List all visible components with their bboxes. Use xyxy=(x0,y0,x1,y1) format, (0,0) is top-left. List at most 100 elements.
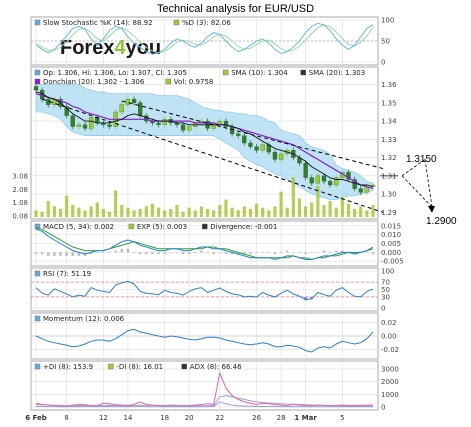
volume-bar xyxy=(120,205,124,217)
volume-bar xyxy=(353,209,357,217)
legend-entry: Op: 1.306, Hi: 1.306, Lo: 1.307, Cl: 1.3… xyxy=(43,69,187,77)
candle-body xyxy=(187,126,192,131)
legend-swatch xyxy=(128,223,135,230)
volume-bar xyxy=(193,210,197,217)
legend-swatch xyxy=(34,78,41,85)
divergence-bar xyxy=(279,252,283,253)
y-tick-label: 0.000 xyxy=(381,249,401,257)
volume-bar xyxy=(212,210,216,217)
volume-bar xyxy=(242,206,246,217)
volume-tick-label: 1.08 xyxy=(12,199,28,207)
candle-body xyxy=(272,151,278,160)
candle-body xyxy=(248,142,253,147)
legend-swatch xyxy=(34,69,41,76)
legend-entry: ADX (8): 66.46 xyxy=(190,363,242,371)
divergence-bar xyxy=(120,248,123,253)
legend-swatch xyxy=(173,19,180,26)
y-tick-label: 1.35 xyxy=(381,99,397,107)
divergence-bar xyxy=(304,252,307,255)
divergence-bar xyxy=(34,252,38,255)
candle-body xyxy=(156,122,161,125)
candle-body xyxy=(162,119,167,125)
volume-bar xyxy=(71,205,75,217)
y-tick-label: 50 xyxy=(381,38,390,46)
divergence-bar xyxy=(181,252,185,255)
divergence-bar xyxy=(102,252,105,253)
x-tick-label: 26 xyxy=(252,414,261,422)
volume-bar xyxy=(279,191,283,217)
legend-entry: SMA (10): 1.304 xyxy=(231,69,288,77)
candle-body xyxy=(125,99,131,105)
divergence-bar xyxy=(200,250,203,253)
volume-bar xyxy=(175,205,179,217)
divergence-bar xyxy=(298,252,301,253)
legend-entry: -DI (8): 16.01 xyxy=(116,363,163,371)
volume-bar xyxy=(156,207,161,217)
volume-bar xyxy=(199,206,204,217)
divergence-bar xyxy=(96,252,99,253)
x-tick-label: 20 xyxy=(185,414,194,422)
y-tick-label: 100 xyxy=(381,17,394,25)
volume-bar xyxy=(132,210,136,217)
candle-body xyxy=(76,124,82,127)
candle-body xyxy=(315,175,321,184)
x-tick-label: 18 xyxy=(160,414,169,422)
divergence-bar xyxy=(206,252,209,253)
divergence-bar xyxy=(261,252,264,253)
x-tick-label: 8 xyxy=(64,414,68,422)
legend-swatch xyxy=(202,223,208,230)
legend-swatch xyxy=(300,69,306,76)
candle-body xyxy=(242,135,247,144)
legend-entry: +DI (8): 153.9 xyxy=(43,363,93,371)
volume-tick-label: 0.08 xyxy=(12,212,28,220)
divergence-bar xyxy=(335,250,338,253)
candle-body xyxy=(254,146,259,151)
candle-body xyxy=(107,124,112,127)
candle-body xyxy=(131,99,137,103)
divergence-bar xyxy=(218,252,222,253)
volume-bar xyxy=(359,206,363,217)
candle-body xyxy=(33,86,39,91)
volume-bar xyxy=(150,203,155,217)
volume-bar xyxy=(267,210,271,217)
candle-body xyxy=(327,181,333,186)
level-label-lower: 1.2900 xyxy=(426,216,457,227)
volume-bar xyxy=(40,211,44,217)
volume-bar xyxy=(224,199,228,217)
x-tick-label: 28 xyxy=(277,414,286,422)
divergence-bar xyxy=(47,252,50,256)
volume-bar xyxy=(322,205,326,217)
volume-bar xyxy=(77,207,81,217)
y-tick-label: 0.02 xyxy=(381,319,397,327)
volume-bar xyxy=(126,207,130,217)
candle-body xyxy=(88,117,94,129)
divergence-bar xyxy=(163,252,166,255)
x-tick-label: 12 xyxy=(99,414,108,422)
divergence-bar xyxy=(59,252,62,256)
y-tick-label: 1.34 xyxy=(381,118,397,126)
divergence-bar xyxy=(71,252,74,256)
forex4you-logo: Forex4you xyxy=(60,37,161,59)
legend-swatch xyxy=(34,363,41,370)
volume-tick-label: 3.08 xyxy=(12,172,28,180)
divergence-bar xyxy=(145,252,148,255)
arrow-head xyxy=(428,205,435,213)
candle-body xyxy=(70,115,75,127)
y-tick-label: 0.015 xyxy=(381,222,401,230)
candle-body xyxy=(82,124,88,129)
candle-body xyxy=(321,175,327,182)
legend-swatch xyxy=(108,363,114,370)
y-tick-label: 1.30 xyxy=(381,191,397,199)
candle-body xyxy=(303,162,308,178)
candle-body xyxy=(278,153,284,160)
y-tick-label: 30 xyxy=(381,293,390,301)
technical-analysis-chart: Forex4you 100500Slow Stochastic %K (14):… xyxy=(12,16,457,422)
volume-bar xyxy=(187,207,191,217)
volume-bar xyxy=(291,177,295,217)
legend-entry: Vol: 0.9758 xyxy=(174,78,214,86)
volume-bar xyxy=(101,209,105,217)
volume-bar xyxy=(304,206,308,217)
candle-body xyxy=(236,133,241,136)
divergence-bar xyxy=(194,252,197,253)
volume-bar xyxy=(58,209,63,217)
